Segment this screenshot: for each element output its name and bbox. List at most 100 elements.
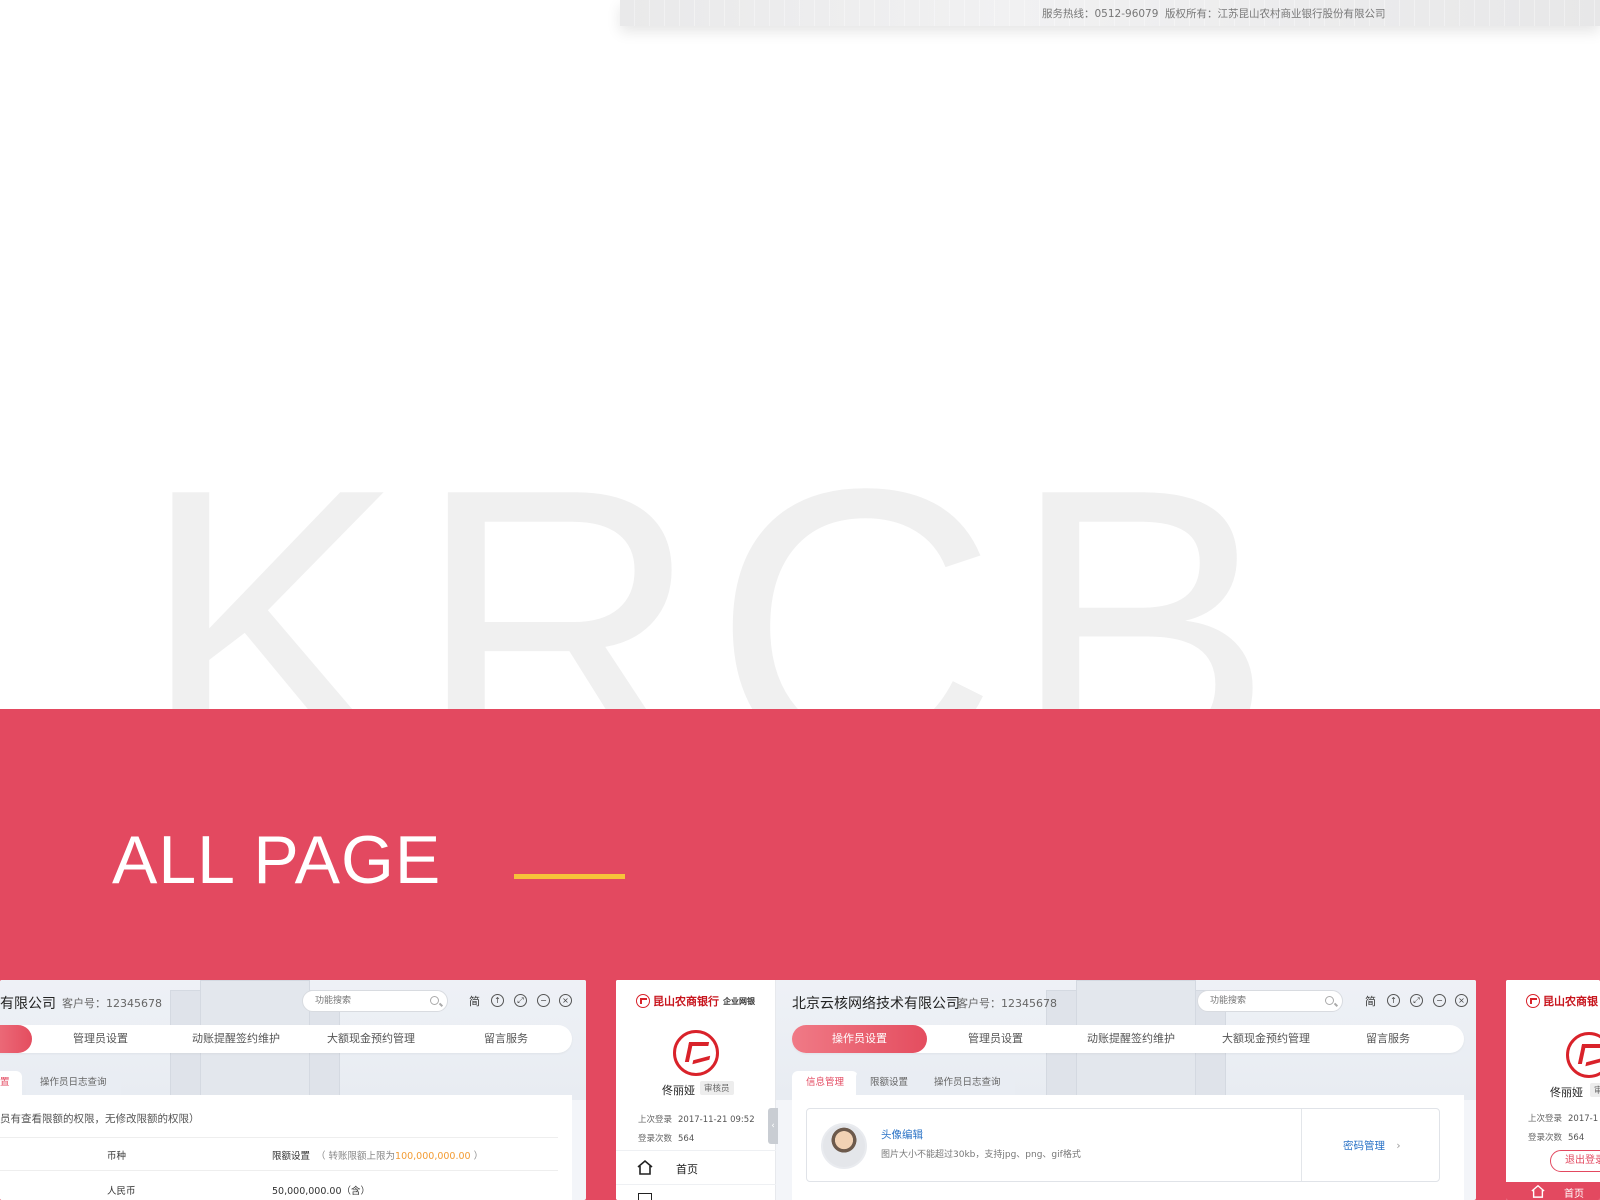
- limit-hint: （ 转账限额上限为100,000,000.00 ）: [316, 1148, 483, 1162]
- menu-icon: [638, 1193, 652, 1200]
- nav-operator-settings[interactable]: 操作员设置: [792, 1025, 927, 1053]
- last-login: 上次登录 2017-1: [1528, 1112, 1598, 1124]
- card-divider: [1301, 1109, 1302, 1181]
- login-count-label: 登录次数: [638, 1134, 673, 1144]
- login-count: 登录次数 564: [638, 1132, 694, 1144]
- sidebar: 昆山农商银行 企业网银 佟丽娅 审核员 上次登录 2017-11-21 09:52…: [616, 980, 776, 1200]
- company-name: 北京云核网络技术有限公司: [792, 996, 960, 1012]
- permission-note: 员有查看限额的权限，无修改限额的权限）: [0, 1113, 200, 1125]
- row-currency: 人民币: [107, 1186, 136, 1197]
- password-management-label: 密码管理: [1343, 1140, 1385, 1152]
- section-title: ALL PAGE: [112, 822, 442, 898]
- bank-logo-icon: [636, 994, 650, 1008]
- minimize-icon[interactable]: −: [1433, 994, 1446, 1007]
- nav-admin-settings[interactable]: 管理员设置: [968, 1025, 1023, 1053]
- avatar-edit-link[interactable]: 头像编辑: [881, 1127, 923, 1142]
- last-login-value: 2017-11-21 09:52: [678, 1115, 755, 1125]
- tab-limit-settings[interactable]: 限额设置: [856, 1071, 923, 1095]
- tab-info-management[interactable]: 信息管理: [792, 1071, 859, 1095]
- search-icon[interactable]: [430, 996, 439, 1005]
- nav-cash-reservation[interactable]: 大额现金预约管理: [1222, 1025, 1310, 1053]
- upload-icon[interactable]: ↑: [491, 994, 504, 1007]
- bank-logo: 昆山农商银行 企业网银: [636, 994, 755, 1008]
- screen-limit-settings: 有限公司 客户号：12345678 简 ↑ ⤢ − × 管理员设置 动账提醒签约…: [0, 980, 586, 1200]
- limit-panel: 员有查看限额的权限，无修改限额的权限） 币种 限额设置 （ 转账限额上限为100…: [0, 1095, 572, 1200]
- close-icon[interactable]: ×: [559, 994, 572, 1007]
- limit-hint-post: ）: [473, 1151, 484, 1162]
- customer-number: 客户号：12345678: [957, 997, 1057, 1010]
- search-icon[interactable]: [1325, 996, 1334, 1005]
- last-login-label: 上次登录: [1528, 1114, 1563, 1124]
- col-limit: 限额设置: [272, 1151, 311, 1162]
- search-input[interactable]: [1208, 995, 1318, 1007]
- company-name: 有限公司: [0, 996, 56, 1012]
- nav-message-service[interactable]: 留言服务: [484, 1025, 528, 1053]
- bank-emblem-icon: [1566, 1032, 1600, 1078]
- sidebar: 昆山农商银 佟丽娅 审 上次登录 2017-1 登录次数 564 退出登录 首页: [1506, 980, 1600, 1200]
- password-management-link[interactable]: 密码管理 ›: [1343, 1138, 1401, 1153]
- nav-admin-settings[interactable]: 管理员设置: [73, 1025, 128, 1053]
- search-input[interactable]: [313, 995, 423, 1007]
- tab-operator-log[interactable]: 操作员日志查询: [26, 1071, 121, 1095]
- menu-item-next[interactable]: [616, 1184, 776, 1200]
- nav-balance-alert[interactable]: 动账提醒签约维护: [1087, 1025, 1175, 1053]
- last-login-value: 2017-1: [1568, 1114, 1599, 1124]
- bank-emblem-icon: [673, 1030, 719, 1076]
- screen-operator-settings: 昆山农商银行 企业网银 佟丽娅 审核员 上次登录 2017-11-21 09:52…: [616, 980, 1476, 1200]
- nav-cash-reservation[interactable]: 大额现金预约管理: [327, 1025, 415, 1053]
- sidebar-collapse-handle[interactable]: ‹: [768, 1108, 778, 1144]
- copyright-text: 版权所有：江苏昆山农村商业银行股份有限公司: [1165, 8, 1386, 20]
- avatar-hint: 图片大小不能超过30kb，支持jpg、png、gif格式: [881, 1150, 1081, 1160]
- last-login-label: 上次登录: [638, 1115, 673, 1125]
- language-toggle[interactable]: 简: [1365, 993, 1376, 1009]
- bank-sub: 企业网银: [723, 996, 755, 1006]
- avatar[interactable]: [821, 1123, 867, 1169]
- user-role-badge: 审核员: [700, 1081, 734, 1095]
- chevron-right-icon: ›: [1396, 1140, 1401, 1152]
- col-currency: 币种: [107, 1151, 127, 1162]
- main-nav: 操作员设置 管理员设置 动账提醒签约维护 大额现金预约管理 留言服务: [792, 1025, 1464, 1053]
- menu-label-home: 首页: [1564, 1189, 1584, 1200]
- user-role-badge: 审: [1590, 1083, 1600, 1097]
- bank-name: 昆山农商银行: [653, 995, 719, 1008]
- main-nav: 管理员设置 动账提醒签约维护 大额现金预约管理 留言服务: [0, 1025, 572, 1053]
- nav-balance-alert[interactable]: 动账提醒签约维护: [192, 1025, 280, 1053]
- screen-sidebar-preview: 昆山农商银 佟丽娅 审 上次登录 2017-1 登录次数 564 退出登录 首页: [1506, 980, 1600, 1200]
- user-name: 佟丽娅: [662, 1084, 695, 1097]
- logout-button[interactable]: 退出登录: [1550, 1150, 1600, 1172]
- login-count: 登录次数 564: [1528, 1131, 1584, 1143]
- section-underline: [514, 874, 625, 879]
- close-icon[interactable]: ×: [1455, 994, 1468, 1007]
- last-login: 上次登录 2017-11-21 09:52: [638, 1113, 755, 1125]
- row-limit-value: 50,000,000.00（含）: [272, 1186, 371, 1197]
- menu-item-home[interactable]: 首页: [616, 1150, 776, 1184]
- nav-message-service[interactable]: 留言服务: [1366, 1025, 1410, 1053]
- footer-strip: 服务热线：0512-96079 版权所有：江苏昆山农村商业银行股份有限公司: [620, 0, 1600, 26]
- upload-icon[interactable]: ↑: [1387, 994, 1400, 1007]
- login-count-value: 564: [678, 1134, 695, 1144]
- fullscreen-icon[interactable]: ⤢: [514, 994, 527, 1007]
- limit-hint-value: 100,000,000.00: [395, 1151, 471, 1162]
- bank-logo-icon: [1526, 994, 1540, 1008]
- nav-active[interactable]: [0, 1025, 32, 1053]
- home-icon: [637, 1159, 653, 1175]
- function-search[interactable]: [302, 990, 448, 1012]
- function-search[interactable]: [1197, 990, 1343, 1012]
- menu-item-home[interactable]: 首页: [1506, 1182, 1600, 1200]
- bank-name: 昆山农商银: [1543, 995, 1598, 1008]
- service-hotline: 服务热线：0512-96079: [1042, 8, 1159, 20]
- minimize-icon[interactable]: −: [537, 994, 550, 1007]
- fullscreen-icon[interactable]: ⤢: [1410, 994, 1423, 1007]
- login-count-label: 登录次数: [1528, 1133, 1563, 1143]
- language-toggle[interactable]: 简: [469, 993, 480, 1009]
- tab-operator-log[interactable]: 操作员日志查询: [920, 1071, 1015, 1095]
- limit-hint-pre: （ 转账限额上限为: [316, 1151, 396, 1162]
- login-count-value: 564: [1568, 1133, 1585, 1143]
- profile-card: 头像编辑 图片大小不能超过30kb，支持jpg、png、gif格式 密码管理 ›: [806, 1108, 1440, 1182]
- info-panel: 头像编辑 图片大小不能超过30kb，支持jpg、png、gif格式 密码管理 ›: [792, 1095, 1464, 1200]
- tab-limit-settings[interactable]: 置: [0, 1071, 22, 1095]
- user-name: 佟丽娅: [1550, 1086, 1583, 1099]
- home-icon: [1531, 1184, 1545, 1198]
- menu-label-home: 首页: [676, 1163, 698, 1176]
- customer-number: 客户号：12345678: [62, 997, 162, 1010]
